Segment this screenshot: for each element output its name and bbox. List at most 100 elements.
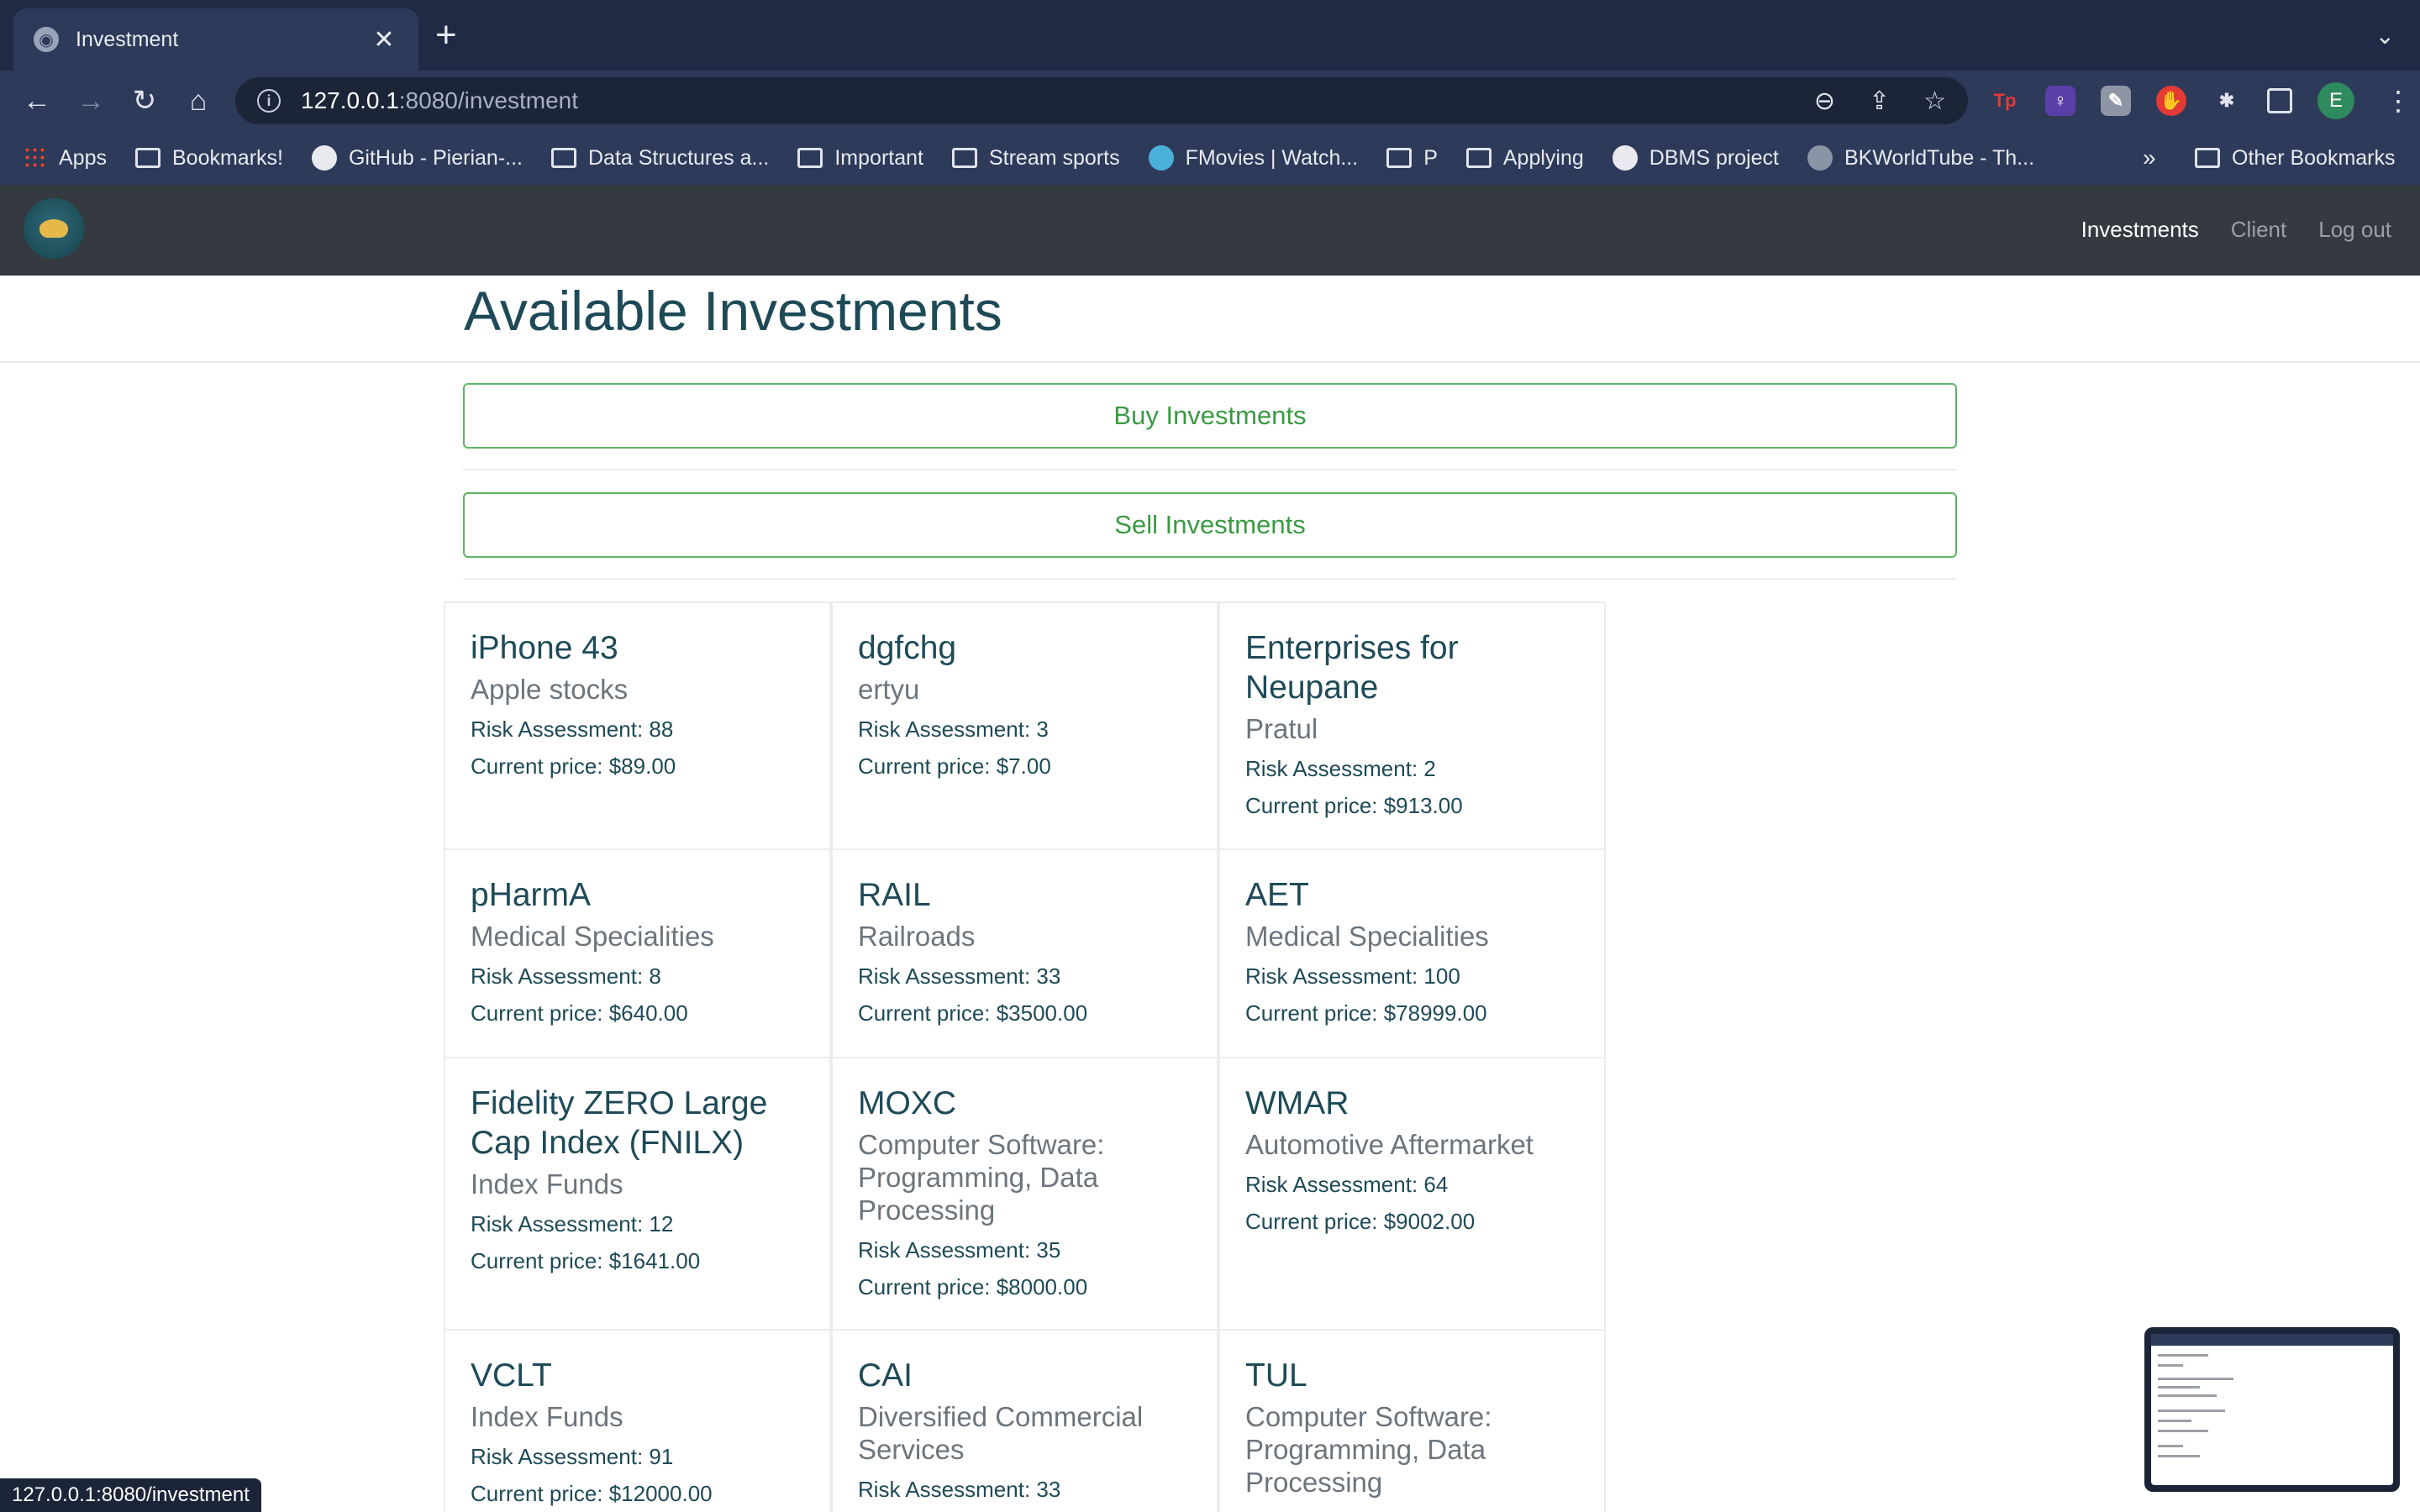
status-bar-url: 127.0.0.1:8080/investment <box>0 1478 261 1512</box>
current-price: Current price: $7.00 <box>858 753 1051 779</box>
pencil-extension-icon[interactable]: ✎ <box>2101 86 2131 116</box>
github-icon <box>311 145 337 171</box>
risk-assessment: Risk Assessment: 88 <box>471 717 674 742</box>
nav-links: Investments Client Log out <box>2081 217 2391 243</box>
investment-category: Index Funds <box>471 1168 623 1200</box>
risk-assessment: Risk Assessment: 2 <box>1245 756 1436 781</box>
investment-card[interactable]: RAIL Railroads Risk Assessment: 33 Curre… <box>831 848 1218 1058</box>
zoom-icon[interactable]: ⊖ <box>1814 87 1835 116</box>
investment-name: AET <box>1245 877 1309 913</box>
info-icon[interactable]: i <box>257 89 281 113</box>
browser-tab[interactable]: ◉ Investment ✕ <box>13 8 418 71</box>
folder-icon <box>1386 148 1413 168</box>
investment-card[interactable]: iPhone 43 Apple stocks Risk Assessment: … <box>444 601 831 850</box>
bookmarks-overflow-button[interactable]: » <box>2143 144 2156 171</box>
investment-name: CAI <box>858 1357 913 1394</box>
close-icon[interactable]: ✕ <box>370 25 398 55</box>
investment-card[interactable]: VCLT Index Funds Risk Assessment: 91 Cur… <box>444 1329 831 1512</box>
folder-icon <box>797 148 823 168</box>
play-icon <box>1148 145 1174 171</box>
investment-name: MOXC <box>858 1085 956 1121</box>
current-price: Current price: $913.00 <box>1245 793 1463 818</box>
divider <box>463 578 1957 580</box>
glass-extension-icon[interactable]: ♀ <box>2045 86 2075 116</box>
tp-extension-icon[interactable]: Tp <box>1990 86 2020 116</box>
bookmark-stream-sports[interactable]: Stream sports <box>951 146 1120 171</box>
chevron-down-icon[interactable]: ⌄ <box>2375 22 2395 50</box>
investment-card[interactable]: Fidelity ZERO Large Cap Index (FNILX) In… <box>444 1057 831 1331</box>
investment-name: dgfchg <box>858 630 957 666</box>
profile-avatar[interactable]: E <box>2317 82 2354 119</box>
investment-card[interactable]: TUL Computer Software: Programming, Data… <box>1218 1329 1606 1512</box>
back-icon[interactable]: ← <box>18 82 55 119</box>
other-bookmarks[interactable]: Other Bookmarks <box>2195 146 2396 171</box>
investment-category: Automotive Aftermarket <box>1245 1129 1534 1160</box>
investment-card[interactable]: Enterprises for Neupane Pratul Risk Asse… <box>1218 601 1606 850</box>
investment-card[interactable]: CAI Diversified Commercial Services Risk… <box>831 1329 1218 1512</box>
nav-link-investments[interactable]: Investments <box>2081 217 2199 243</box>
tab-title: Investment <box>76 27 179 51</box>
risk-assessment: Risk Assessment: 100 <box>1245 963 1460 989</box>
home-icon[interactable]: ⌂ <box>180 82 217 119</box>
investment-card[interactable]: AET Medical Specialities Risk Assessment… <box>1218 848 1606 1058</box>
risk-assessment: Risk Assessment: 3 <box>858 717 1049 742</box>
bookmark-bkworldtube[interactable]: BKWorldTube - Th... <box>1807 145 2034 171</box>
github-icon <box>1612 145 1638 171</box>
bookmark-github-pierian[interactable]: GitHub - Pierian-... <box>311 145 523 171</box>
investment-name: pHarmA <box>471 877 592 913</box>
divider <box>463 469 1957 470</box>
folder-icon <box>550 148 576 168</box>
investment-card[interactable]: MOXC Computer Software: Programming, Dat… <box>831 1057 1218 1331</box>
screenshot-thumbnail[interactable] <box>2144 1327 2400 1492</box>
menu-icon[interactable]: ⋮ <box>2385 85 2412 117</box>
investment-name: TUL <box>1245 1357 1307 1394</box>
current-price: Current price: $3500.00 <box>858 1000 1088 1026</box>
reload-icon[interactable]: ↻ <box>126 82 163 119</box>
browser-toolbar: ← → ↻ ⌂ i 127.0.0.1:8080/investment ⊖ ⇪ … <box>0 71 2420 131</box>
browser-tab-bar: ◉ Investment ✕ + ⌄ <box>0 0 2420 71</box>
forward-icon[interactable]: → <box>72 82 109 119</box>
bookmark-bookmarks[interactable]: Bookmarks! <box>134 146 283 171</box>
investment-card[interactable]: pHarmA Medical Specialities Risk Assessm… <box>444 848 831 1058</box>
nav-link-client[interactable]: Client <box>2231 217 2286 243</box>
folder-icon <box>2195 148 2220 168</box>
sidepanel-icon[interactable] <box>2267 88 2292 113</box>
plus-icon[interactable]: + <box>435 17 457 54</box>
current-price: Current price: $89.00 <box>471 753 676 779</box>
page-title: Available Investments <box>464 280 1002 342</box>
bookmark-apps[interactable]: Apps <box>24 146 107 171</box>
sell-investments-button[interactable]: Sell Investments <box>463 492 1957 558</box>
investment-card[interactable]: dgfchg ertyu Risk Assessment: 3 Current … <box>831 601 1218 850</box>
share-icon[interactable]: ⇪ <box>1869 87 1890 116</box>
bookmark-important[interactable]: Important <box>797 146 923 171</box>
investment-name: WMAR <box>1245 1085 1349 1121</box>
puzzle-icon[interactable]: ✱ <box>2212 86 2242 116</box>
bookmark-fmovies[interactable]: FMovies | Watch... <box>1148 145 1358 171</box>
current-price: Current price: $9002.00 <box>1245 1209 1476 1234</box>
star-icon[interactable]: ☆ <box>1923 87 1946 116</box>
current-price: Current price: $640.00 <box>471 1000 688 1026</box>
address-bar[interactable]: i 127.0.0.1:8080/investment ⊖ ⇪ ☆ <box>235 77 1968 124</box>
bookmark-data-structures[interactable]: Data Structures a... <box>550 146 769 171</box>
url-text: 127.0.0.1:8080/investment <box>301 87 579 113</box>
bookmark-dbms-project[interactable]: DBMS project <box>1612 145 1779 171</box>
investment-name: RAIL <box>858 877 931 913</box>
investment-card[interactable]: WMAR Automotive Aftermarket Risk Assessm… <box>1218 1057 1606 1331</box>
risk-assessment: Risk Assessment: 64 <box>1245 1172 1449 1197</box>
investment-name: VCLT <box>471 1357 552 1394</box>
site-navbar: Investments Client Log out <box>0 185 2420 276</box>
bookmark-applying[interactable]: Applying <box>1465 146 1584 171</box>
buy-investments-button[interactable]: Buy Investments <box>463 383 1957 449</box>
hand-extension-icon[interactable]: ✋ <box>2156 86 2186 116</box>
folder-icon <box>1465 148 1491 168</box>
risk-assessment: Risk Assessment: 35 <box>858 1237 1061 1263</box>
investment-category: Index Funds <box>471 1401 623 1432</box>
risk-assessment: Risk Assessment: 12 <box>471 1211 674 1236</box>
investment-name: Fidelity ZERO Large Cap Index (FNILX) <box>471 1085 768 1161</box>
nav-link-logout[interactable]: Log out <box>2318 217 2391 243</box>
bookmark-p[interactable]: P <box>1386 146 1438 171</box>
page-header: Available Investments <box>0 276 2420 363</box>
brand-logo[interactable] <box>24 198 84 259</box>
current-price: Current price: $78999.00 <box>1245 1000 1487 1026</box>
folder-icon <box>951 148 977 168</box>
